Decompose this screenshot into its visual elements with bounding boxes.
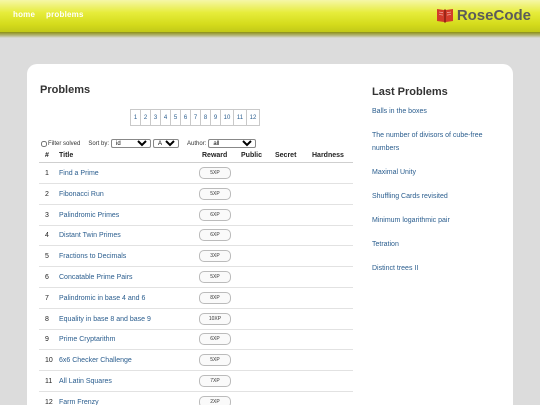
table-header: # Title Reward Public Secret Hardness <box>39 150 353 163</box>
reward-badge: 5XP <box>199 167 231 179</box>
last-problem-link[interactable]: Maximal Unity <box>372 166 492 179</box>
filter-bar: Filter solved Sort by: id ASC Author: al… <box>41 139 257 148</box>
problem-title-link[interactable]: Prime Cryptarithm <box>59 336 115 343</box>
last-problem-link[interactable]: Shuffling Cards revisited <box>372 190 492 203</box>
table-row: 10 6x6 Checker Challenge 5XP <box>39 350 353 372</box>
last-problem-link[interactable]: Minimum logarithmic pair <box>372 214 492 227</box>
header-secret[interactable]: Secret <box>275 152 296 159</box>
table-row: 12 Farm Frenzy 2XP <box>39 392 353 405</box>
pagination: 1 2 3 4 5 6 7 8 9 10 11 12 <box>130 109 260 126</box>
problem-title-link[interactable]: All Latin Squares <box>59 378 112 385</box>
page-button[interactable]: 12 <box>246 109 260 126</box>
header-number: # <box>45 152 49 159</box>
brand-logo[interactable]: RoseCode <box>436 5 531 25</box>
author-label: Author: <box>187 140 207 147</box>
last-problem-link[interactable]: The number of divisors of cube-free numb… <box>372 129 492 155</box>
problem-title-link[interactable]: Concatable Prime Pairs <box>59 274 133 281</box>
table-row: 4 Distant Twin Primes 6XP <box>39 225 353 247</box>
problem-title-link[interactable]: Palindromic Primes <box>59 212 119 219</box>
header-public[interactable]: Public <box>241 152 262 159</box>
brand-name: RoseCode <box>456 6 531 24</box>
table-row: 11 All Latin Squares 7XP <box>39 371 353 392</box>
header-title[interactable]: Title <box>59 152 73 159</box>
last-problem-link[interactable]: Balls in the boxes <box>372 105 492 118</box>
header-hardness[interactable]: Hardness <box>312 152 344 159</box>
reward-badge: 8XP <box>199 291 231 304</box>
table-row: 2 Fibonacci Run 5XP <box>39 184 353 205</box>
top-navigation-bar: home problems RoseCode <box>0 0 540 32</box>
sort-by-label: Sort by: <box>88 140 110 147</box>
row-number: 10 <box>45 357 53 365</box>
table-row: 7 Palindromic in base 4 and 6 8XP <box>39 288 353 309</box>
problem-title-link[interactable]: Farm Frenzy <box>59 399 99 405</box>
sidebar-title: Last Problems <box>372 86 448 98</box>
problem-title-link[interactable]: Fractions to Decimals <box>59 253 126 260</box>
row-number: 6 <box>45 274 49 281</box>
row-number: 11 <box>45 378 53 385</box>
header-shadow <box>0 32 540 38</box>
page-button[interactable]: 11 <box>233 109 247 126</box>
table-row: 8 Equality in base 8 and base 9 10XP <box>39 309 353 330</box>
row-number: 2 <box>45 190 49 198</box>
table-row: 5 Fractions to Decimals 3XP <box>39 246 353 268</box>
nav-home-link[interactable]: home <box>13 10 35 19</box>
problem-title-link[interactable]: Find a Prime <box>59 170 99 177</box>
reward-badge: 6XP <box>199 229 231 242</box>
filter-solved-label: Filter solved <box>48 140 81 147</box>
reward-badge: 5XP <box>199 354 231 367</box>
reward-badge: 5XP <box>199 187 231 200</box>
problem-title-link[interactable]: Fibonacci Run <box>59 191 104 198</box>
row-number: 9 <box>45 336 49 344</box>
last-problem-link[interactable]: Distinct trees II <box>372 262 492 275</box>
reward-badge: 2XP <box>199 395 231 405</box>
reward-badge: 6XP <box>199 333 231 346</box>
page-title: Problems <box>40 84 91 96</box>
nav-problems-link[interactable]: problems <box>46 10 84 19</box>
row-number: 7 <box>45 294 49 302</box>
page-button[interactable]: 10 <box>220 109 234 126</box>
row-number: 1 <box>45 170 49 177</box>
author-select[interactable]: all <box>208 139 257 148</box>
reward-badge: 5XP <box>199 271 231 283</box>
problem-title-link[interactable]: Equality in base 8 and base 9 <box>59 316 151 323</box>
table-row: 9 Prime Cryptarithm 6XP <box>39 329 353 351</box>
reward-badge: 10XP <box>199 312 231 325</box>
problem-title-link[interactable]: 6x6 Checker Challenge <box>59 357 132 364</box>
table-row: 3 Palindromic Primes 6XP <box>39 205 353 226</box>
sort-by-select[interactable]: id <box>111 139 152 148</box>
order-select[interactable]: ASC <box>153 139 180 148</box>
problem-title-link[interactable]: Palindromic in base 4 and 6 <box>59 295 145 302</box>
table-row: 1 Find a Prime 5XP <box>39 163 353 184</box>
problem-title-link[interactable]: Distant Twin Primes <box>59 232 121 239</box>
reward-badge: 7XP <box>199 375 231 387</box>
table-row: 6 Concatable Prime Pairs 5XP <box>39 267 353 288</box>
header-reward[interactable]: Reward <box>202 152 227 159</box>
reward-badge: 6XP <box>199 208 231 221</box>
last-problem-link[interactable]: Tetration <box>372 238 492 251</box>
row-number: 4 <box>45 232 49 240</box>
filter-solved-checkbox[interactable] <box>41 140 47 147</box>
row-number: 12 <box>45 398 53 405</box>
row-number: 3 <box>45 211 49 219</box>
reward-badge: 3XP <box>199 250 231 263</box>
row-number: 8 <box>45 315 49 323</box>
row-number: 5 <box>45 253 49 261</box>
red-book-icon <box>436 9 453 23</box>
